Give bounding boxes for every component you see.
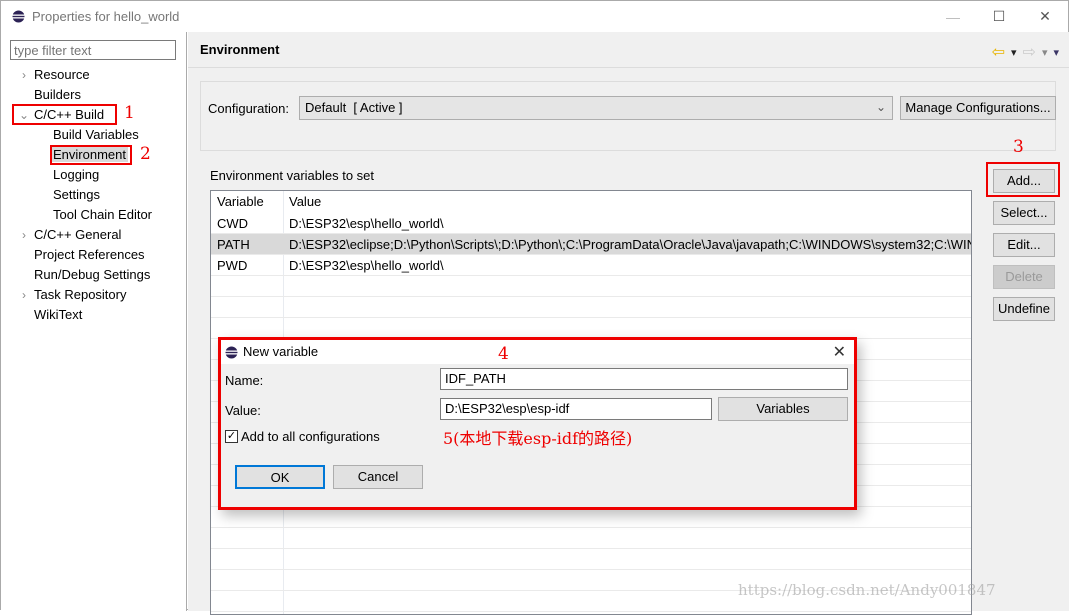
properties-window: Properties for hello_world — ☐ ✕ ›Resour… <box>0 0 1069 615</box>
annotation-box-add <box>986 162 1060 197</box>
sidebar-item-tool-chain-editor[interactable]: Tool Chain Editor <box>53 205 152 225</box>
title-bar: Properties for hello_world — ☐ ✕ <box>1 1 1068 32</box>
empty-row <box>211 318 971 339</box>
chevron-right-icon[interactable]: › <box>18 65 30 85</box>
table-row[interactable]: CWD D:\ESP32\esp\hello_world\ <box>211 213 971 234</box>
minimize-button[interactable]: — <box>930 1 976 32</box>
annotation-4: 4 <box>498 344 509 364</box>
dialog-close-icon[interactable]: ✕ <box>833 342 846 362</box>
delete-button[interactable]: Delete <box>993 265 1055 289</box>
name-input[interactable]: IDF_PATH <box>440 368 848 390</box>
undefine-button[interactable]: Undefine <box>993 297 1055 321</box>
chevron-down-icon: ⌄ <box>875 100 886 114</box>
annotation-5: 5(本地下载esp-idf的路径) <box>443 429 633 448</box>
table-row[interactable]: PWD D:\ESP32\esp\hello_world\ <box>211 255 971 276</box>
header-value[interactable]: Value <box>289 194 321 209</box>
header-variable[interactable]: Variable <box>217 194 264 209</box>
sidebar-item-logging[interactable]: Logging <box>53 165 99 185</box>
table-row[interactable]: PATH D:\ESP32\eclipse;D:\Python\Scripts\… <box>211 234 971 255</box>
minimize-icon: — <box>946 8 960 25</box>
chevron-right-icon[interactable]: › <box>18 225 30 245</box>
add-to-all-configurations-label: Add to all configurations <box>241 429 380 444</box>
select-button[interactable]: Select... <box>993 201 1055 225</box>
value-input[interactable]: D:\ESP32\esp\esp-idf <box>440 398 712 420</box>
back-arrow-icon[interactable]: ⇦ <box>992 42 1005 62</box>
sidebar-item-task-repository[interactable]: › Task Repository <box>22 285 126 305</box>
dialog-title-bar: New variable ✕ <box>221 340 854 364</box>
value-label: Value: <box>225 403 261 418</box>
sidebar-item-settings[interactable]: Settings <box>53 185 100 205</box>
forward-menu-icon[interactable]: ▾ <box>1042 46 1048 59</box>
sidebar-item-project-references[interactable]: Project References <box>34 245 145 265</box>
add-to-all-configurations-checkbox[interactable]: ✓ <box>225 430 238 443</box>
close-button[interactable]: ✕ <box>1022 1 1068 32</box>
ok-button[interactable]: OK <box>235 465 325 489</box>
eclipse-icon <box>225 346 238 359</box>
main-panel: Environment ⇦ ▾ ⇨ ▾ ▾ Configuration: Def… <box>188 32 1069 615</box>
checkmark-icon: ✓ <box>226 430 237 442</box>
window-title: Properties for hello_world <box>32 9 180 24</box>
annotation-box-environment <box>50 145 132 165</box>
new-variable-dialog: New variable ✕ 4 Name: IDF_PATH Value: D… <box>218 337 857 510</box>
forward-arrow-icon[interactable]: ⇨ <box>1023 42 1036 62</box>
empty-row <box>211 549 971 570</box>
dialog-title: New variable <box>243 344 319 359</box>
back-menu-icon[interactable]: ▾ <box>1011 46 1017 59</box>
empty-row <box>211 276 971 297</box>
manage-configurations-button[interactable]: Manage Configurations... <box>900 96 1056 120</box>
annotation-2: 2 <box>140 144 151 164</box>
table-header: Variable Value <box>211 191 971 213</box>
empty-row <box>211 528 971 549</box>
empty-row <box>211 507 971 528</box>
filter-input[interactable] <box>10 40 176 60</box>
variables-button[interactable]: Variables <box>718 397 848 421</box>
sidebar-item-build-variables[interactable]: Build Variables <box>53 125 139 145</box>
name-label: Name: <box>225 373 264 388</box>
env-variables-label: Environment variables to set <box>210 168 375 183</box>
sidebar-item-resource[interactable]: › Resource <box>22 65 90 85</box>
page-title: Environment <box>200 42 280 57</box>
page-header: Environment ⇦ ▾ ⇨ ▾ ▾ <box>188 32 1069 68</box>
sidebar-item-run-debug-settings[interactable]: Run/Debug Settings <box>34 265 150 285</box>
annotation-3: 3 <box>1013 137 1024 157</box>
sidebar-item-wikitext[interactable]: WikiText <box>34 305 82 325</box>
edit-button[interactable]: Edit... <box>993 233 1055 257</box>
maximize-button[interactable]: ☐ <box>976 1 1022 32</box>
empty-row <box>211 297 971 318</box>
chevron-right-icon[interactable]: › <box>18 285 30 305</box>
annotation-1: 1 <box>124 103 135 123</box>
nav-toolbar: ⇦ ▾ ⇨ ▾ ▾ <box>992 42 1059 62</box>
annotation-box-cpp-build <box>12 104 117 125</box>
configuration-label: Configuration: <box>208 101 289 116</box>
sidebar-item-builders[interactable]: Builders <box>34 85 81 105</box>
maximize-icon: ☐ <box>992 8 1006 24</box>
configuration-group: Configuration: Default [ Active ] ⌄ Mana… <box>200 81 1056 151</box>
sidebar-item-cpp-general[interactable]: › C/C++ General <box>22 225 121 245</box>
watermark: https://blog.csdn.net/Andy001847 <box>738 581 996 599</box>
configuration-value: Default [ Active ] <box>305 100 403 115</box>
cancel-button[interactable]: Cancel <box>333 465 423 489</box>
configuration-select[interactable]: Default [ Active ] ⌄ <box>299 96 893 120</box>
view-menu-icon[interactable]: ▾ <box>1053 46 1059 59</box>
eclipse-icon <box>12 10 25 23</box>
close-icon: ✕ <box>1039 8 1051 24</box>
